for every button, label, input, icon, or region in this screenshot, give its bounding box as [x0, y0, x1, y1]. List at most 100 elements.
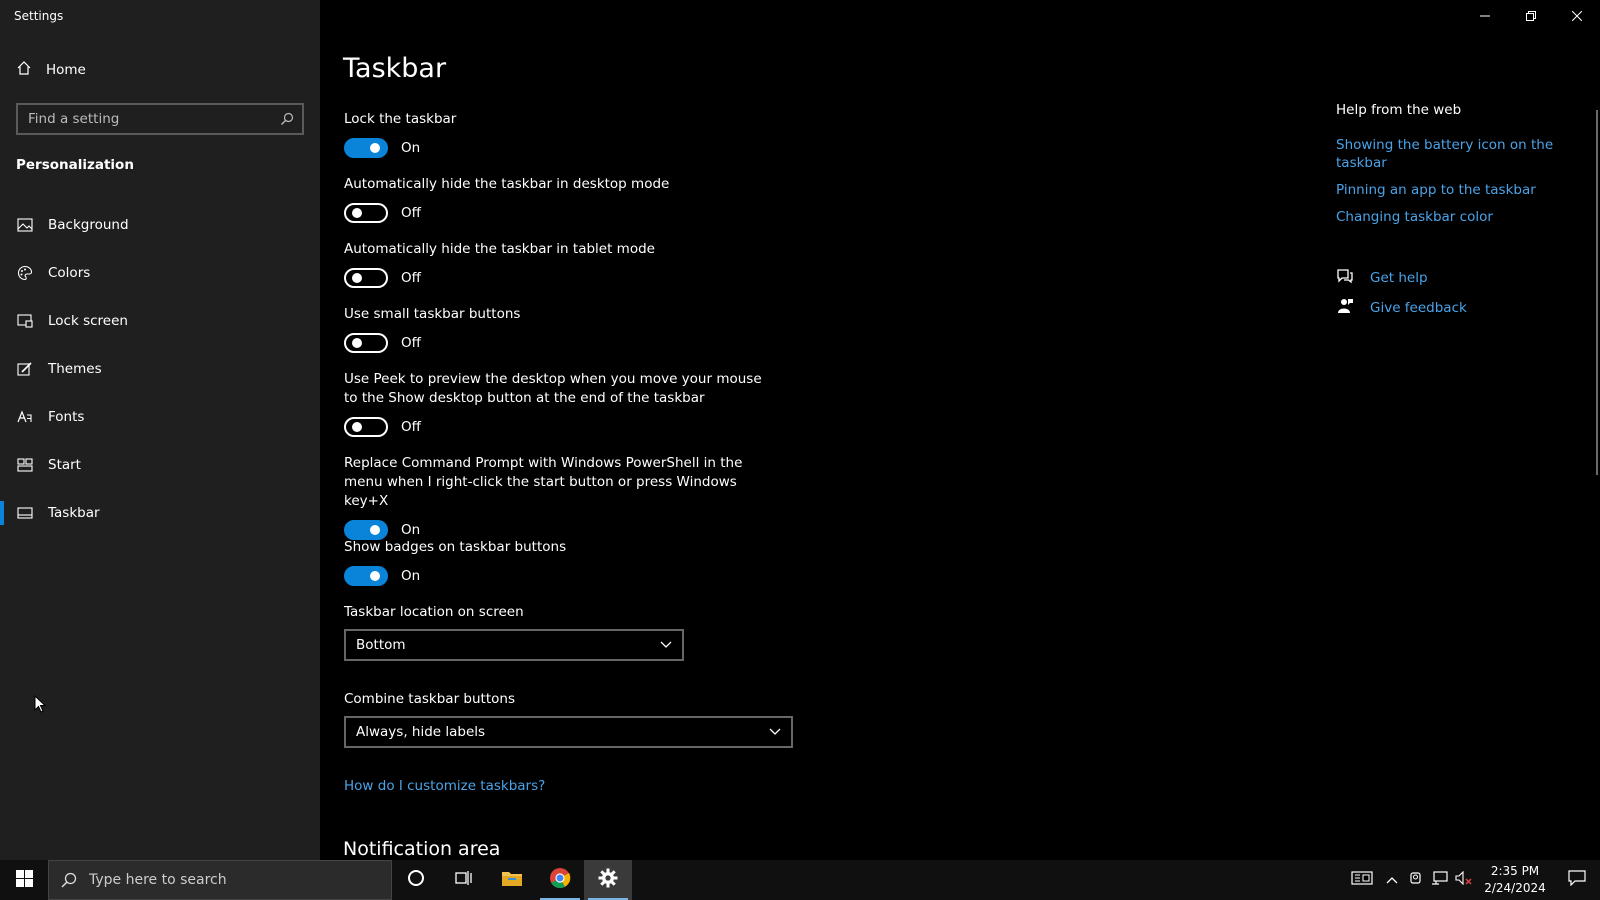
sidebar-item-fonts[interactable]: Fonts	[0, 393, 320, 441]
small-buttons-toggle[interactable]	[344, 333, 388, 353]
window-title: Settings	[14, 9, 64, 23]
close-button[interactable]	[1554, 0, 1600, 32]
sidebar-item-taskbar[interactable]: Taskbar	[0, 489, 320, 537]
setting-label: Use small taskbar buttons	[344, 306, 521, 322]
setting-label: Lock the taskbar	[344, 111, 457, 127]
taskbar-location-label: Taskbar location on screen	[344, 604, 524, 620]
volume-muted-icon	[1455, 870, 1473, 889]
show-hidden-icons-button[interactable]	[1380, 860, 1404, 900]
combine-buttons-value: Always, hide labels	[356, 724, 486, 740]
help-link-battery-icon[interactable]: Showing the battery icon on the taskbar	[1336, 136, 1566, 172]
network-icon	[1431, 871, 1449, 889]
sidebar-item-start[interactable]: Start	[0, 441, 320, 489]
taskbar-search-placeholder: Type here to search	[89, 872, 227, 888]
toggle-state-label: Off	[401, 205, 421, 221]
autohide-tablet-toggle[interactable]	[344, 268, 388, 288]
powershell-toggle[interactable]	[344, 520, 388, 540]
sidebar-item-themes[interactable]: Themes	[0, 345, 320, 393]
settings-app-button[interactable]	[584, 860, 632, 900]
action-center-button[interactable]	[1554, 870, 1600, 890]
sidebar: Settings Home Personalization Background…	[0, 0, 320, 860]
toggle-state-label: Off	[401, 270, 421, 286]
file-explorer-button[interactable]	[488, 860, 536, 900]
chevron-down-icon	[769, 724, 781, 740]
home-label: Home	[46, 62, 86, 78]
settings-search-box[interactable]	[16, 103, 304, 135]
chevron-down-icon	[660, 637, 672, 653]
badges-toggle[interactable]	[344, 566, 388, 586]
combine-buttons-label: Combine taskbar buttons	[344, 691, 515, 707]
setting-label: Automatically hide the taskbar in deskto…	[344, 176, 670, 192]
vertical-scrollbar[interactable]	[1596, 110, 1598, 475]
sidebar-item-label: Background	[48, 217, 129, 233]
window-controls	[1462, 0, 1600, 32]
settings-search-input[interactable]	[18, 111, 272, 127]
give-feedback-link[interactable]: Give feedback	[1336, 293, 1566, 323]
peek-toggle[interactable]	[344, 417, 388, 437]
network-button[interactable]	[1428, 860, 1452, 900]
meet-now-button[interactable]	[1404, 860, 1428, 900]
customize-taskbars-link[interactable]: How do I customize taskbars?	[344, 778, 545, 794]
gear-icon	[598, 868, 618, 892]
toggle-state-label: Off	[401, 419, 421, 435]
windows-logo-icon	[15, 869, 33, 891]
start-button[interactable]	[0, 860, 48, 900]
home-nav-item[interactable]: Home	[16, 60, 86, 80]
windows-taskbar: Type here to search 2:35 PM 2/24/2024	[0, 860, 1600, 900]
autohide-desktop-toggle[interactable]	[344, 203, 388, 223]
section-title: Personalization	[16, 157, 134, 173]
folder-icon	[501, 869, 523, 891]
cortana-button[interactable]	[392, 860, 440, 900]
page-title: Taskbar	[343, 53, 447, 84]
taskbar-icon	[16, 504, 34, 522]
sidebar-item-label: Fonts	[48, 409, 85, 425]
search-icon[interactable]	[272, 112, 302, 126]
get-help-link[interactable]: Get help	[1336, 263, 1566, 293]
keyboard-icon	[1351, 871, 1373, 889]
lock-screen-icon	[16, 312, 34, 330]
search-icon	[49, 872, 89, 888]
sidebar-nav: Background Colors Lock screen Themes Fon…	[0, 201, 320, 537]
combine-buttons-dropdown[interactable]: Always, hide labels	[344, 716, 793, 748]
setting-label: Automatically hide the taskbar in tablet…	[344, 241, 655, 257]
help-pane: Help from the web Showing the battery ic…	[1336, 102, 1566, 323]
give-feedback-label: Give feedback	[1370, 300, 1467, 316]
taskbar-location-dropdown[interactable]: Bottom	[344, 629, 684, 661]
keyboard-layout-button[interactable]	[1344, 860, 1380, 900]
setting-small-buttons: Use small taskbar buttons Off	[344, 305, 784, 353]
chrome-icon	[549, 867, 571, 893]
sidebar-item-label: Colors	[48, 265, 91, 281]
sidebar-item-label: Lock screen	[48, 313, 128, 329]
font-icon	[16, 408, 34, 426]
chevron-up-icon	[1386, 872, 1398, 888]
get-help-label: Get help	[1370, 270, 1428, 286]
setting-label: Replace Command Prompt with Windows Powe…	[344, 455, 743, 509]
setting-label: Use Peek to preview the desktop when you…	[344, 371, 762, 406]
volume-button[interactable]	[1452, 860, 1476, 900]
sidebar-item-label: Start	[48, 457, 81, 473]
lock-taskbar-toggle[interactable]	[344, 138, 388, 158]
clock-button[interactable]: 2:35 PM 2/24/2024	[1476, 863, 1554, 897]
notification-icon	[1568, 870, 1586, 890]
help-title: Help from the web	[1336, 102, 1462, 118]
toggle-state-label: On	[401, 568, 421, 584]
task-view-button[interactable]	[440, 860, 488, 900]
toggle-state-label: On	[401, 140, 421, 156]
setting-autohide-tablet: Automatically hide the taskbar in tablet…	[344, 240, 784, 288]
clock-time: 2:35 PM	[1490, 864, 1540, 878]
taskbar-search-box[interactable]: Type here to search	[48, 860, 392, 900]
minimize-button[interactable]	[1462, 0, 1508, 32]
help-link-pin-app[interactable]: Pinning an app to the taskbar	[1336, 181, 1566, 199]
sidebar-item-lock-screen[interactable]: Lock screen	[0, 297, 320, 345]
chat-help-icon	[1336, 268, 1354, 288]
taskbar-location-value: Bottom	[356, 637, 406, 653]
help-link-taskbar-color[interactable]: Changing taskbar color	[1336, 208, 1566, 226]
sidebar-item-background[interactable]: Background	[0, 201, 320, 249]
setting-lock-taskbar: Lock the taskbar On	[344, 110, 784, 158]
system-tray: 2:35 PM 2/24/2024	[1344, 860, 1600, 900]
chrome-button[interactable]	[536, 860, 584, 900]
clock-date: 2/24/2024	[1484, 881, 1546, 895]
sidebar-item-colors[interactable]: Colors	[0, 249, 320, 297]
sidebar-item-label: Themes	[48, 361, 102, 377]
restore-button[interactable]	[1508, 0, 1554, 32]
